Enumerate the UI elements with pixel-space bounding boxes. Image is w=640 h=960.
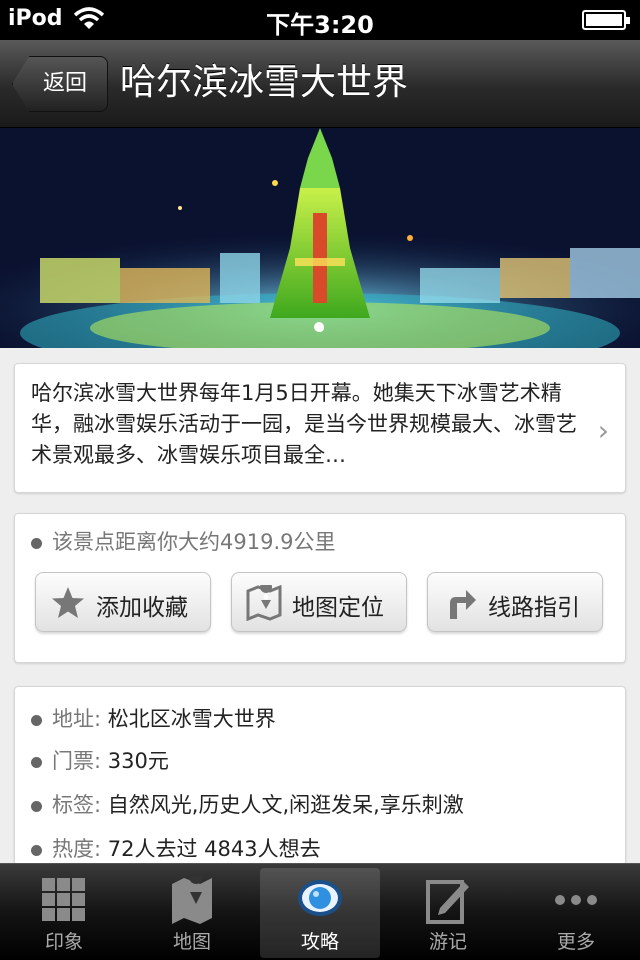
page-title: 哈尔滨冰雪大世界 [120, 62, 409, 103]
distance-text: 该景点距离你大约4919.9公里 [52, 530, 336, 554]
bullet-icon [31, 844, 42, 856]
grid-icon [42, 878, 85, 921]
tab-map[interactable]: 地图 [132, 868, 252, 958]
actions-card: 该景点距离你大约4919.9公里 添加收藏 地图定位 线路指引 [14, 513, 626, 663]
map-locate-button[interactable]: 地图定位 [231, 572, 407, 632]
heat-value: 72人去过 4843人想去 [107, 837, 321, 861]
notepad-icon [426, 880, 469, 924]
distance-info: 该景点距离你大约4919.9公里 [31, 526, 335, 556]
chevron-right-icon: › [597, 414, 609, 447]
ticket-row: 门票: 330元 [31, 745, 169, 775]
nav-bar: 返回 哈尔滨冰雪大世界 [0, 40, 640, 128]
bullet-icon [31, 537, 42, 549]
tab-guide[interactable]: 攻略 [260, 868, 380, 958]
heat-row: 热度: 72人去过 4843人想去 [31, 833, 321, 863]
add-favorite-label: 添加收藏 [96, 595, 188, 621]
back-button[interactable]: 返回 [12, 56, 108, 112]
heat-key: 热度: [52, 837, 102, 861]
turn-arrow-icon [450, 590, 476, 619]
tab-label: 游记 [428, 931, 467, 953]
hero-image[interactable] [0, 128, 640, 348]
route-guide-label: 线路指引 [488, 595, 580, 621]
screen: iPod 下午3:20 返回 哈尔滨冰雪大世界 哈尔滨冰雪大世界每年1月5日开幕… [0, 0, 640, 960]
tab-more[interactable]: 更多 [516, 868, 636, 958]
address-row: 地址: 松北区冰雪大世界 [31, 703, 276, 733]
tab-impression[interactable]: 印象 [4, 868, 124, 958]
tab-label: 地图 [172, 931, 211, 953]
status-bar: iPod 下午3:20 [0, 0, 640, 40]
page-indicator [314, 322, 324, 332]
bullet-icon [31, 756, 42, 768]
tab-label: 更多 [556, 931, 595, 953]
map-icon [172, 876, 212, 924]
tab-label: 印象 [44, 931, 83, 953]
ticket-key: 门票: [52, 749, 102, 773]
info-card: 地址: 松北区冰雪大世界 门票: 330元 标签: 自然风光,历史人文,闲逛发呆… [14, 686, 626, 886]
ice-castle-illustration [0, 128, 640, 348]
tab-label: 攻略 [300, 931, 339, 953]
map-locate-label: 地图定位 [292, 595, 384, 621]
clock: 下午3:20 [266, 11, 374, 39]
route-guide-button[interactable]: 线路指引 [427, 572, 603, 632]
add-favorite-button[interactable]: 添加收藏 [35, 572, 211, 632]
address-value: 松北区冰雪大世界 [107, 707, 276, 731]
tags-value: 自然风光,历史人文,闲逛发呆,享乐刺激 [107, 793, 464, 817]
battery-icon [582, 10, 630, 30]
address-key: 地址: [52, 707, 102, 731]
more-dots-icon [555, 895, 597, 905]
description-card[interactable]: 哈尔滨冰雪大世界每年1月5日开幕。她集天下冰雪艺术精华，融冰雪娱乐活动于一园，是… [14, 363, 626, 493]
ticket-value: 330元 [107, 749, 169, 773]
tab-bar: 印象 地图 攻略 游记 更多 [0, 863, 640, 960]
bullet-icon [31, 800, 42, 812]
tags-row: 标签: 自然风光,历史人文,闲逛发呆,享乐刺激 [31, 789, 464, 819]
star-icon [52, 587, 84, 618]
tab-travelogue[interactable]: 游记 [388, 868, 508, 958]
map-pin-icon [246, 585, 282, 621]
bullet-icon [31, 714, 42, 726]
description-text: 哈尔滨冰雪大世界每年1月5日开幕。她集天下冰雪艺术精华，融冰雪娱乐活动于一园，是… [31, 381, 577, 467]
tags-key: 标签: [52, 793, 102, 817]
eye-icon [298, 880, 342, 916]
